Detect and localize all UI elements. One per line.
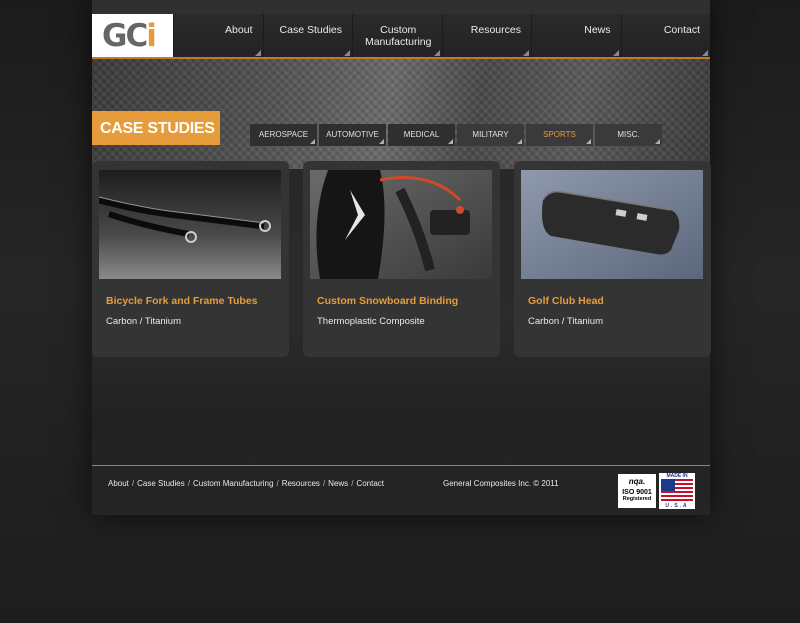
footer-nav: About / Case Studies / Custom Manufactur… [108, 479, 384, 488]
tab-aerospace[interactable]: AEROSPACE [250, 124, 317, 146]
card-title[interactable]: Golf Club Head [528, 295, 604, 307]
footer-link-case-studies[interactable]: Case Studies [137, 479, 185, 488]
corner-arrow-icon [655, 139, 660, 144]
us-flag-icon [661, 479, 693, 503]
corner-arrow-icon [379, 139, 384, 144]
corner-arrow-icon [702, 50, 708, 56]
tab-automotive[interactable]: AUTOMOTIVE [319, 124, 386, 146]
corner-arrow-icon [612, 50, 619, 56]
card-subtitle: Carbon / Titanium [106, 316, 181, 327]
top-bar [92, 0, 710, 14]
page-title: CASE STUDIES [92, 111, 220, 145]
footer-link-about[interactable]: About [108, 479, 129, 488]
nav-about[interactable]: About [173, 14, 263, 58]
case-study-card[interactable]: Custom Snowboard Binding Thermoplastic C… [303, 161, 500, 357]
tab-misc[interactable]: MISC. [595, 124, 662, 146]
card-subtitle: Carbon / Titanium [528, 316, 603, 327]
corner-arrow-icon [344, 50, 350, 56]
snowboard-binding-image [310, 170, 492, 279]
gci-logo[interactable]: GCi [92, 14, 173, 58]
corner-arrow-icon [523, 50, 529, 56]
corner-arrow-icon [433, 50, 440, 56]
logo-wordmark: GCi [102, 18, 157, 54]
tab-medical[interactable]: MEDICAL [388, 124, 455, 146]
page-container: GCi About Case Studies Custom Manufactur… [92, 0, 711, 515]
footer-link-contact[interactable]: Contact [356, 479, 384, 488]
iso-9001-badge: nqa. ISO 9001 Registered [618, 474, 656, 508]
footer-divider [92, 465, 710, 466]
tab-sports[interactable]: SPORTS [526, 124, 593, 146]
card-title[interactable]: Bicycle Fork and Frame Tubes [106, 295, 258, 307]
tab-military[interactable]: MILITARY [457, 124, 524, 146]
corner-arrow-icon [254, 50, 261, 56]
nav-label: Contact [663, 24, 700, 36]
nav-label: Custom Manufacturing [364, 24, 432, 48]
card-subtitle: Thermoplastic Composite [317, 316, 425, 327]
case-study-card[interactable]: Golf Club Head Carbon / Titanium [514, 161, 711, 357]
category-tabs: AEROSPACE AUTOMOTIVE MEDICAL MILITARY SP… [250, 124, 664, 146]
bicycle-fork-image [99, 170, 281, 279]
golf-club-head-image [521, 170, 703, 279]
nav-contact[interactable]: Contact [620, 14, 710, 58]
nav-resources[interactable]: Resources [441, 14, 531, 58]
nav-label: About [225, 24, 253, 36]
corner-arrow-icon [448, 139, 453, 144]
made-in-usa-badge: MADE IN U.S.A [659, 473, 695, 509]
nav-case-studies[interactable]: Case Studies [262, 14, 352, 58]
nav-news[interactable]: News [531, 14, 621, 58]
corner-arrow-icon [517, 139, 522, 144]
case-study-card[interactable]: Bicycle Fork and Frame Tubes Carbon / Ti… [92, 161, 289, 357]
corner-arrow-icon [310, 139, 315, 144]
copyright-text: General Composites Inc. © 2011 [443, 479, 559, 488]
card-title[interactable]: Custom Snowboard Binding [317, 295, 458, 307]
main-nav: About Case Studies Custom Manufacturing … [173, 14, 710, 58]
footer-link-resources[interactable]: Resources [282, 479, 320, 488]
footer-link-custom-manufacturing[interactable]: Custom Manufacturing [193, 479, 273, 488]
footer-link-news[interactable]: News [328, 479, 348, 488]
nav-label: Case Studies [279, 24, 342, 36]
nav-label: Resources [470, 24, 521, 36]
corner-arrow-icon [586, 139, 591, 144]
nav-custom-manufacturing[interactable]: Custom Manufacturing [352, 14, 442, 58]
nav-label: News [584, 24, 611, 36]
